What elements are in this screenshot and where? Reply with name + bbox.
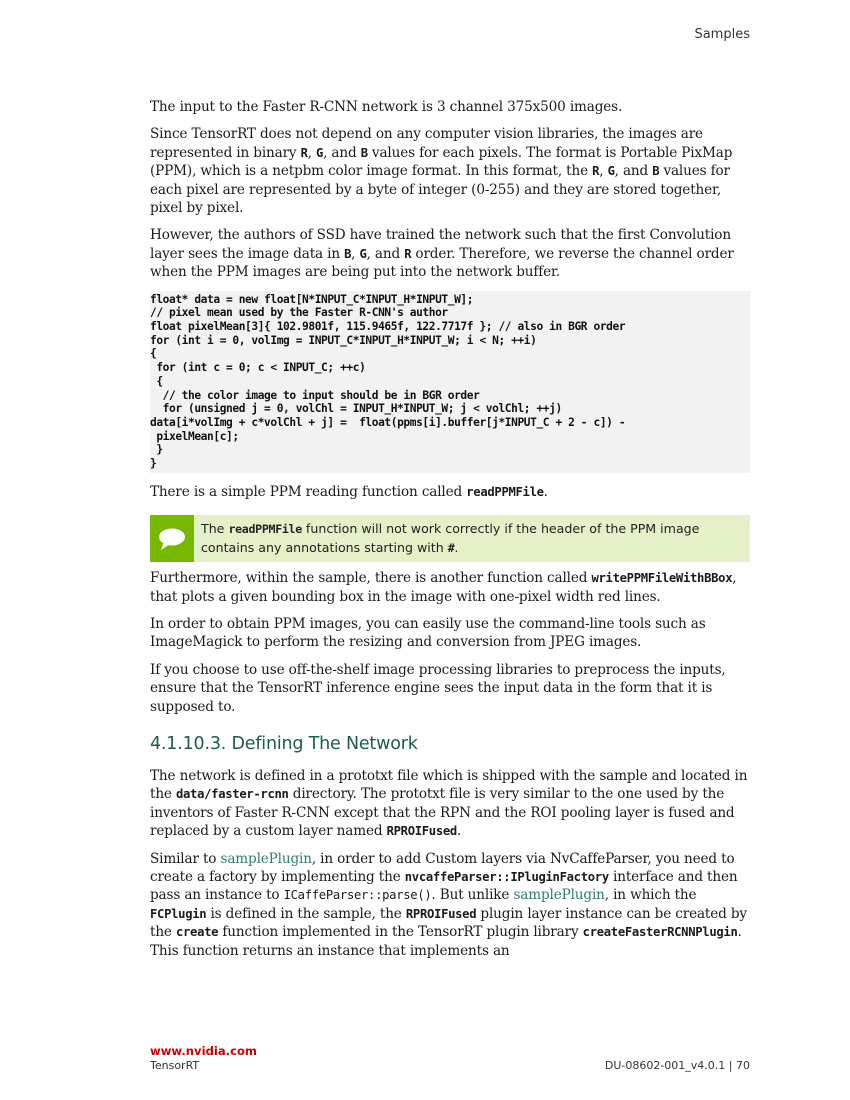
paragraph-bbox-function: Furthermore, within the sample, there is… [150,570,737,605]
code-block[interactable]: float* data = new float[N*INPUT_C*INPUT_… [150,290,750,473]
paragraph-plugin-factory: Similar to samplePlugin, in order to add… [150,850,747,959]
paragraph-channel-order: However, the authors of SSD have trained… [150,227,734,281]
footer-doc-id: DU-08602-001_v4.0.1 | 70 [604,1059,750,1072]
section-heading: 4.1.10.3. Defining The Network [150,734,418,755]
footer-brand-link[interactable]: www.nvidia.com [150,1044,257,1058]
speech-bubble-icon [150,515,194,563]
note-text: The readPPMFile function will not work c… [201,521,700,555]
sample-plugin-link[interactable]: samplePlugin [221,851,312,867]
paragraph-ppm-format: Since TensorRT does not depend on any co… [150,126,733,217]
paragraph-prototxt: The network is defined in a prototxt fil… [150,768,748,840]
paragraph-imagemagick: In order to obtain PPM images, you can e… [150,616,706,651]
note-callout: The readPPMFile function will not work c… [150,515,750,563]
sample-plugin-link[interactable]: samplePlugin [513,887,604,903]
paragraph-preprocess: If you choose to use off-the-shelf image… [150,661,726,715]
running-header: Samples [694,27,750,42]
page-content: The input to the Faster R-CNN network is… [150,98,750,969]
paragraph-input-size: The input to the Faster R-CNN network is… [150,99,623,115]
paragraph-read-ppm: There is a simple PPM reading function c… [150,483,548,500]
footer-product: TensorRT [150,1059,200,1072]
